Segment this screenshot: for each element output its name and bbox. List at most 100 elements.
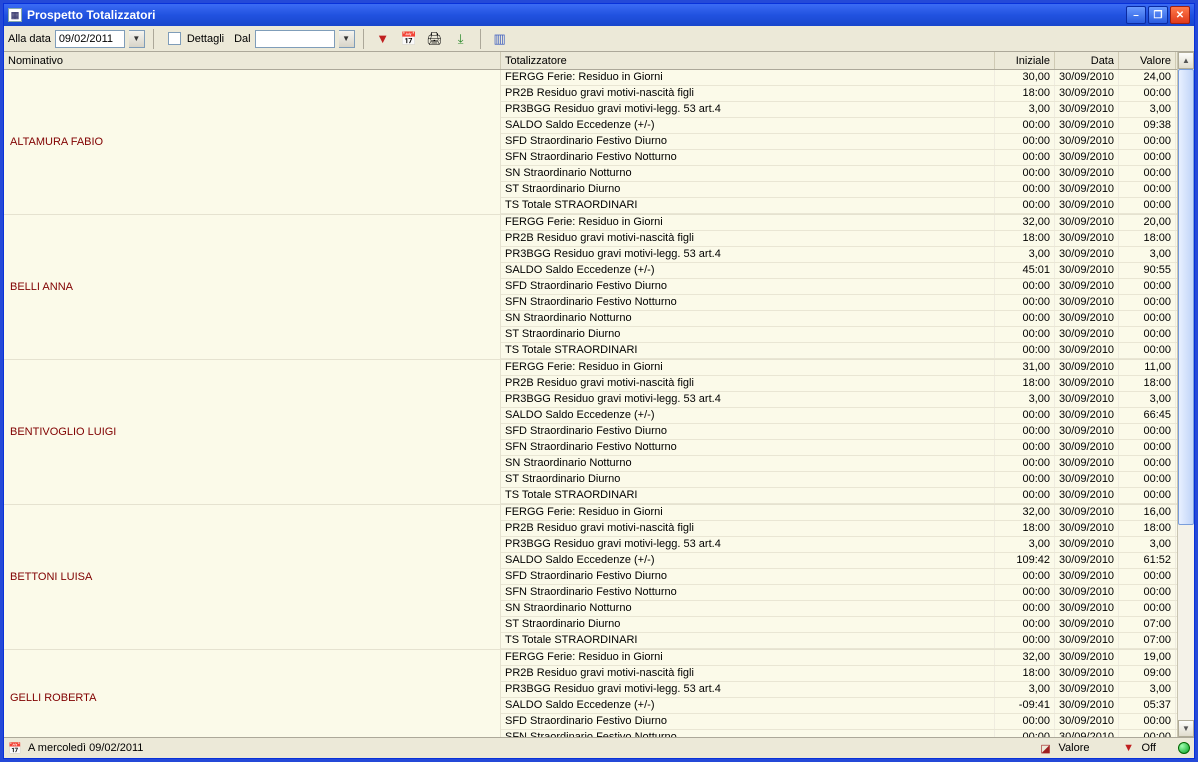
table-row[interactable]: ST Straordinario Diurno00:0030/09/201000… — [501, 472, 1177, 488]
table-row[interactable]: PR2B Residuo gravi motivi-nascità figli1… — [501, 376, 1177, 392]
employee-name[interactable]: BETTONI LUISA — [4, 505, 501, 649]
header-iniziale[interactable]: Iniziale — [995, 52, 1055, 69]
cell-data: 30/09/2010 — [1055, 682, 1119, 697]
cell-data: 30/09/2010 — [1055, 505, 1119, 520]
table-row[interactable]: SFN Straordinario Festivo Notturno00:003… — [501, 730, 1177, 737]
alla-data-input[interactable] — [55, 30, 125, 48]
table-row[interactable]: SALDO Saldo Eccedenze (+/-)00:0030/09/20… — [501, 118, 1177, 134]
table-row[interactable]: PR3BGG Residuo gravi motivi-legg. 53 art… — [501, 682, 1177, 698]
table-row[interactable]: SFD Straordinario Festivo Diurno00:0030/… — [501, 569, 1177, 585]
header-totalizzatore[interactable]: Totalizzatore — [501, 52, 995, 69]
table-row[interactable]: FERGG Ferie: Residuo in Giorni31,0030/09… — [501, 360, 1177, 376]
table-row[interactable]: SALDO Saldo Eccedenze (+/-)109:4230/09/2… — [501, 553, 1177, 569]
cell-data: 30/09/2010 — [1055, 279, 1119, 294]
table-row[interactable]: SN Straordinario Notturno00:0030/09/2010… — [501, 311, 1177, 327]
maximize-button[interactable]: ❐ — [1148, 6, 1168, 24]
export-icon: ⤓ — [458, 31, 464, 47]
table-row[interactable]: PR3BGG Residuo gravi motivi-legg. 53 art… — [501, 102, 1177, 118]
table-row[interactable]: SFD Straordinario Festivo Diurno00:0030/… — [501, 424, 1177, 440]
minimize-button[interactable]: – — [1126, 6, 1146, 24]
filter-button[interactable]: ▼ — [372, 28, 394, 50]
export-button[interactable]: ⤓ — [450, 28, 472, 50]
table-row[interactable]: SFN Straordinario Festivo Notturno00:003… — [501, 150, 1177, 166]
employee-name[interactable]: ALTAMURA FABIO — [4, 70, 501, 214]
cell-valore: 00:00 — [1119, 424, 1176, 439]
cell-iniziale: 00:00 — [995, 343, 1055, 358]
table-row[interactable]: SFN Straordinario Festivo Notturno00:003… — [501, 295, 1177, 311]
close-button[interactable]: ✕ — [1170, 6, 1190, 24]
table-row[interactable]: PR2B Residuo gravi motivi-nascità figli1… — [501, 521, 1177, 537]
table-row[interactable]: TS Totale STRAORDINARI00:0030/09/201007:… — [501, 633, 1177, 649]
calendar-small-icon: 📅 — [8, 741, 22, 755]
table-row[interactable]: SFD Straordinario Festivo Diurno00:0030/… — [501, 714, 1177, 730]
filter-off-icon: ▼ — [1122, 741, 1136, 755]
alla-data-dropdown-button[interactable]: ▼ — [129, 30, 145, 48]
employee-name[interactable]: BENTIVOGLIO LUIGI — [4, 360, 501, 504]
table-row[interactable]: SALDO Saldo Eccedenze (+/-)-09:4130/09/2… — [501, 698, 1177, 714]
cell-totalizzatore: SFN Straordinario Festivo Notturno — [501, 440, 995, 455]
vertical-scrollbar[interactable]: ▲ ▼ — [1177, 52, 1194, 737]
table-row[interactable]: PR2B Residuo gravi motivi-nascità figli1… — [501, 86, 1177, 102]
titlebar[interactable]: ▦ Prospetto Totalizzatori – ❐ ✕ — [4, 4, 1194, 26]
table-row[interactable]: SALDO Saldo Eccedenze (+/-)00:0030/09/20… — [501, 408, 1177, 424]
grid: Nominativo Totalizzatore Iniziale Data V… — [4, 52, 1177, 737]
cell-totalizzatore: FERGG Ferie: Residuo in Giorni — [501, 360, 995, 375]
table-row[interactable]: PR2B Residuo gravi motivi-nascità figli1… — [501, 666, 1177, 682]
table-row[interactable]: FERGG Ferie: Residuo in Giorni30,0030/09… — [501, 70, 1177, 86]
cell-iniziale: 45:01 — [995, 263, 1055, 278]
cell-totalizzatore: ST Straordinario Diurno — [501, 617, 995, 632]
cell-iniziale: 00:00 — [995, 166, 1055, 181]
table-row[interactable]: SFN Straordinario Festivo Notturno00:003… — [501, 585, 1177, 601]
calendar-icon: 📅 — [401, 31, 417, 47]
calendar-button[interactable]: 📅 — [398, 28, 420, 50]
cell-data: 30/09/2010 — [1055, 714, 1119, 729]
table-row[interactable]: FERGG Ferie: Residuo in Giorni32,0030/09… — [501, 505, 1177, 521]
dal-dropdown-button[interactable]: ▼ — [339, 30, 355, 48]
table-row[interactable]: TS Totale STRAORDINARI00:0030/09/201000:… — [501, 343, 1177, 359]
dal-input[interactable] — [255, 30, 335, 48]
table-row[interactable]: SALDO Saldo Eccedenze (+/-)45:0130/09/20… — [501, 263, 1177, 279]
table-row[interactable]: ST Straordinario Diurno00:0030/09/201000… — [501, 327, 1177, 343]
cell-data: 30/09/2010 — [1055, 408, 1119, 423]
table-row[interactable]: PR3BGG Residuo gravi motivi-legg. 53 art… — [501, 247, 1177, 263]
cell-data: 30/09/2010 — [1055, 633, 1119, 648]
scroll-up-button[interactable]: ▲ — [1178, 52, 1194, 69]
table-row[interactable]: SFD Straordinario Festivo Diurno00:0030/… — [501, 279, 1177, 295]
table-row[interactable]: ST Straordinario Diurno00:0030/09/201007… — [501, 617, 1177, 633]
header-data[interactable]: Data — [1055, 52, 1119, 69]
table-row[interactable]: SN Straordinario Notturno00:0030/09/2010… — [501, 166, 1177, 182]
table-row[interactable]: FERGG Ferie: Residuo in Giorni32,0030/09… — [501, 650, 1177, 666]
columns-icon: ▥ — [493, 31, 505, 47]
table-row[interactable]: PR3BGG Residuo gravi motivi-legg. 53 art… — [501, 392, 1177, 408]
grid-body[interactable]: ALTAMURA FABIOFERGG Ferie: Residuo in Gi… — [4, 70, 1177, 737]
header-nominativo[interactable]: Nominativo — [4, 52, 501, 69]
scroll-thumb[interactable] — [1178, 69, 1194, 525]
window: ▦ Prospetto Totalizzatori – ❐ ✕ Alla dat… — [3, 3, 1195, 759]
print-button[interactable]: 🖨 — [424, 28, 446, 50]
table-row[interactable]: ST Straordinario Diurno00:0030/09/201000… — [501, 182, 1177, 198]
employee-name[interactable]: BELLI ANNA — [4, 215, 501, 359]
cell-totalizzatore: TS Totale STRAORDINARI — [501, 198, 995, 213]
dettagli-checkbox[interactable] — [168, 32, 181, 45]
table-row[interactable]: SN Straordinario Notturno00:0030/09/2010… — [501, 601, 1177, 617]
table-row[interactable]: SFD Straordinario Festivo Diurno00:0030/… — [501, 134, 1177, 150]
table-row[interactable]: SFN Straordinario Festivo Notturno00:003… — [501, 440, 1177, 456]
cell-iniziale: 00:00 — [995, 569, 1055, 584]
table-row[interactable]: TS Totale STRAORDINARI00:0030/09/201000:… — [501, 198, 1177, 214]
employee-block: BETTONI LUISAFERGG Ferie: Residuo in Gio… — [4, 505, 1177, 650]
cell-totalizzatore: ST Straordinario Diurno — [501, 327, 995, 342]
table-row[interactable]: FERGG Ferie: Residuo in Giorni32,0030/09… — [501, 215, 1177, 231]
cell-data: 30/09/2010 — [1055, 553, 1119, 568]
status-led-icon — [1178, 742, 1190, 754]
table-row[interactable]: TS Totale STRAORDINARI00:0030/09/201000:… — [501, 488, 1177, 504]
scroll-track[interactable] — [1178, 69, 1194, 720]
cell-iniziale: 18:00 — [995, 376, 1055, 391]
cell-valore: 3,00 — [1119, 682, 1176, 697]
table-row[interactable]: PR2B Residuo gravi motivi-nascità figli1… — [501, 231, 1177, 247]
header-valore[interactable]: Valore — [1119, 52, 1176, 69]
employee-name[interactable]: GELLI ROBERTA — [4, 650, 501, 737]
table-row[interactable]: SN Straordinario Notturno00:0030/09/2010… — [501, 456, 1177, 472]
scroll-down-button[interactable]: ▼ — [1178, 720, 1194, 737]
columns-button[interactable]: ▥ — [489, 28, 511, 50]
table-row[interactable]: PR3BGG Residuo gravi motivi-legg. 53 art… — [501, 537, 1177, 553]
